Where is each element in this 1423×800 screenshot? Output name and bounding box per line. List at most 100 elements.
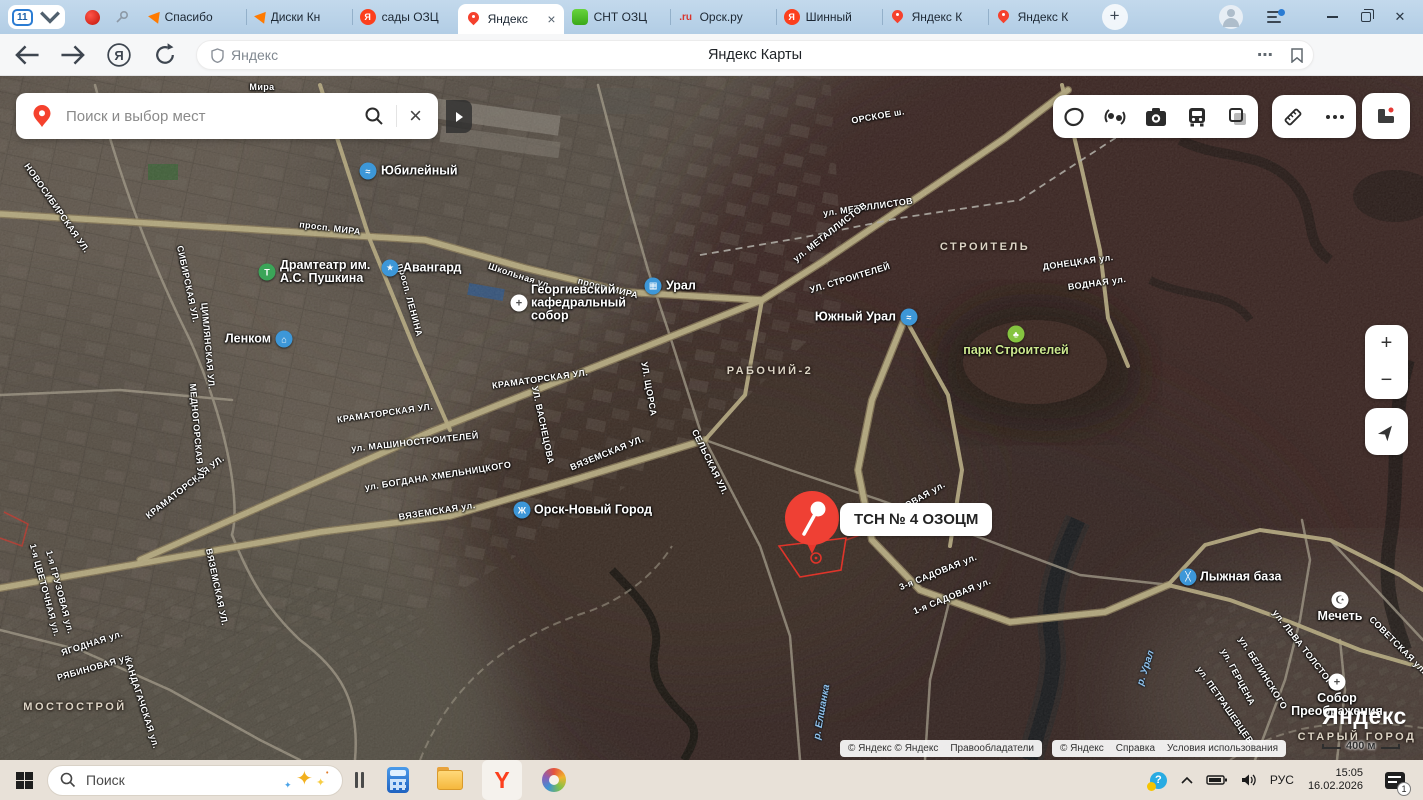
- svg-text:Я: Я: [114, 48, 123, 63]
- more-tools-icon[interactable]: [1317, 97, 1353, 137]
- map-pin-icon: [32, 104, 52, 128]
- browser-tab[interactable]: ЯШинный: [776, 0, 882, 34]
- browser-menu-icon[interactable]: [1265, 7, 1285, 27]
- search-highlights-icon: ✦ ✦ ✦ •: [282, 768, 332, 794]
- yandex-home-button[interactable]: Я: [106, 42, 132, 68]
- attribution-left: © Яндекс © Яндекс Правообладатели: [840, 740, 1042, 757]
- tab-title: Яндекс: [488, 12, 542, 26]
- locate-button[interactable]: [1365, 408, 1408, 455]
- profile-avatar[interactable]: [1219, 5, 1243, 29]
- scale-label: 400 м: [1346, 740, 1376, 752]
- browser-tab[interactable]: Диски Кн: [246, 0, 352, 34]
- satellite-imagery: [0, 76, 1423, 760]
- traffic-widget-button[interactable]: [1362, 93, 1410, 139]
- windows-taskbar: ✦ ✦ ✦ • Y ? РУС 15:05 16.02.2026 1: [0, 760, 1423, 800]
- page-title: Яндекс Карты: [197, 41, 1313, 69]
- close-button[interactable]: ✕: [1383, 0, 1417, 34]
- notifications-badge: 1: [1397, 782, 1411, 796]
- tab-title: Шинный: [806, 10, 870, 24]
- search-icon[interactable]: [364, 106, 384, 126]
- new-tab-button[interactable]: +: [1102, 4, 1128, 30]
- bookmark-icon[interactable]: [1291, 48, 1303, 63]
- tray-expand-icon[interactable]: [1181, 776, 1193, 784]
- marker-label[interactable]: ТСН № 4 ОЗОЦМ: [840, 503, 992, 536]
- map-search-bar[interactable]: ×: [16, 93, 438, 139]
- yandex-map-logo: Яндекс: [1322, 703, 1407, 730]
- layers-button[interactable]: [1220, 97, 1256, 137]
- map-toolbar: [1053, 95, 1258, 138]
- minimize-button[interactable]: [1315, 0, 1349, 34]
- tab-title: СНТ ОЗЦ: [594, 10, 658, 24]
- taskbar-app-yandex-browser[interactable]: Y: [482, 760, 522, 800]
- browser-tab[interactable]: СНТ ОЗЦ: [564, 0, 670, 34]
- restore-button[interactable]: [1349, 0, 1383, 34]
- search-input[interactable]: [64, 107, 364, 126]
- taskbar-search[interactable]: ✦ ✦ ✦ •: [47, 765, 343, 796]
- panorama-circle-button[interactable]: [1056, 97, 1092, 137]
- rights-link[interactable]: Правообладатели: [950, 743, 1034, 754]
- taskbar-app-calculator[interactable]: [378, 760, 418, 800]
- browser-tab[interactable]: Спасибо: [140, 0, 246, 34]
- expand-panel-button[interactable]: [446, 100, 472, 133]
- address-bar[interactable]: Яндекс Яндекс Карты ⋯: [196, 40, 1314, 70]
- orange-arrow-favicon-icon: [253, 10, 266, 23]
- pinned-tab-icon: [114, 9, 130, 25]
- tab-title: Яндекс К: [1018, 10, 1082, 24]
- location-arrow-icon: [1377, 422, 1397, 442]
- browser-tab[interactable]: Яндекс ×: [458, 4, 564, 34]
- tab-title: Диски Кн: [271, 10, 335, 24]
- chevron-down-icon[interactable]: [39, 5, 61, 29]
- taskbar-app-paint[interactable]: [534, 760, 574, 800]
- tab-count: 11: [12, 9, 33, 26]
- tab-strip: Спасибо Диски Кн Ясады ОЗЦ Яндекс × СНТ ОЗЦ .r…: [140, 0, 1094, 34]
- tab-close-icon[interactable]: ×: [547, 12, 555, 26]
- clear-search-icon[interactable]: ×: [409, 106, 422, 126]
- browser-tab[interactable]: Ясады ОЗЦ: [352, 0, 458, 34]
- tab-title: сады ОЗЦ: [382, 10, 446, 24]
- orange-arrow-favicon-icon: [147, 10, 160, 23]
- attribution-right: © Яндекс Справка Условия использования: [1052, 740, 1286, 757]
- help-link[interactable]: Справка: [1116, 743, 1155, 754]
- browser-tab[interactable]: .ru Орск.ру: [670, 0, 776, 34]
- back-button[interactable]: [14, 42, 40, 68]
- transport-button[interactable]: [1179, 97, 1215, 137]
- zoom-out-button[interactable]: −: [1365, 362, 1408, 399]
- zoom-in-button[interactable]: +: [1365, 325, 1408, 362]
- map-pin-favicon-icon: [890, 9, 906, 25]
- mirrors-button[interactable]: [1097, 97, 1133, 137]
- browser-tab[interactable]: Яндекс К: [882, 0, 988, 34]
- tab-title: Орск.ру: [700, 10, 764, 24]
- time: 15:05: [1308, 767, 1363, 780]
- tab-counter-button[interactable]: 11: [8, 5, 65, 29]
- volume-icon[interactable]: [1241, 773, 1257, 787]
- green-app-favicon-icon: [572, 9, 588, 25]
- terms-link[interactable]: Условия использования: [1167, 743, 1278, 754]
- play-icon: [456, 112, 463, 122]
- help-tray-icon[interactable]: ?: [1150, 772, 1167, 789]
- taskbar-app-explorer[interactable]: [430, 760, 470, 800]
- forward-button[interactable]: [60, 42, 86, 68]
- window-controls: ✕: [1219, 0, 1423, 34]
- ru-favicon-icon: .ru: [678, 9, 694, 25]
- battery-icon[interactable]: [1206, 774, 1228, 786]
- start-button[interactable]: [16, 772, 33, 789]
- desktop: 11 Спасибо Диски Кн Ясады ОЗЦ Яндекс × СНТ ОЗ…: [0, 0, 1423, 800]
- tab-title: Яндекс К: [912, 10, 976, 24]
- more-actions-icon[interactable]: ⋯: [1257, 45, 1275, 65]
- reload-button[interactable]: [152, 42, 178, 68]
- recording-indicator-icon: [85, 10, 100, 25]
- tab-title: Спасибо: [165, 10, 229, 24]
- copyright-text: © Яндекс © Яндекс: [848, 743, 938, 754]
- browser-tab[interactable]: Яндекс К: [988, 0, 1094, 34]
- photos-button[interactable]: [1138, 97, 1174, 137]
- date: 16.02.2026: [1308, 780, 1363, 793]
- map-marker[interactable]: [778, 482, 846, 558]
- taskbar-clock[interactable]: 15:05 16.02.2026: [1308, 767, 1363, 793]
- copyright-text-2: © Яндекс: [1060, 743, 1104, 754]
- task-view-icon[interactable]: [355, 772, 364, 788]
- ruler-button[interactable]: [1275, 97, 1311, 137]
- language-indicator[interactable]: РУС: [1270, 773, 1294, 787]
- map-canvas[interactable]: Мирапросп. МИРАпросп. МИРАпросп. ЛЕНИНАШ…: [0, 76, 1423, 760]
- map-pin-favicon-icon: [466, 11, 482, 27]
- search-icon: [60, 772, 76, 788]
